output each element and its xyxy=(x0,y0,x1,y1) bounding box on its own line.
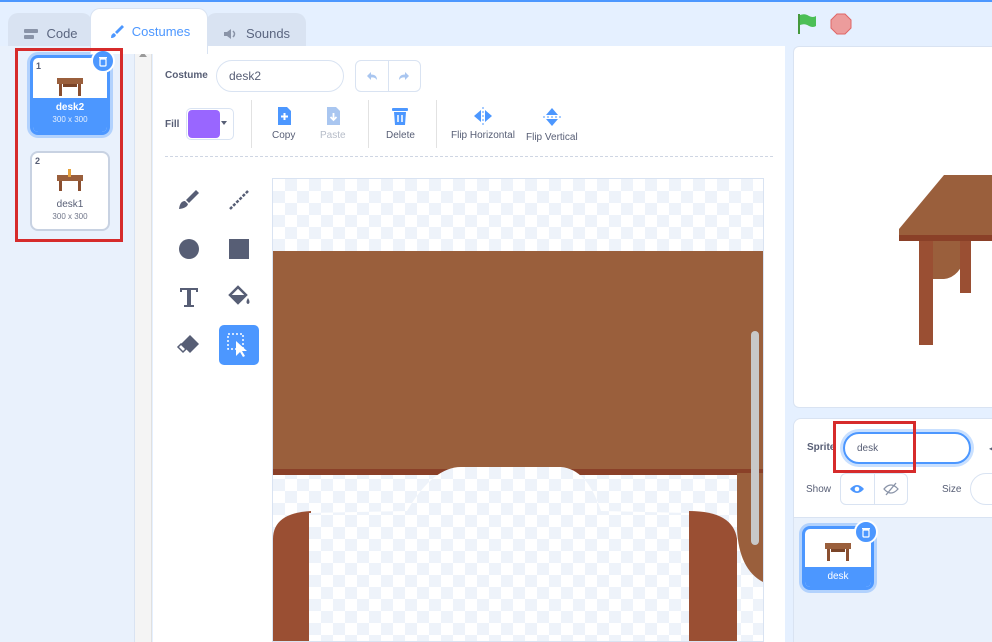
flip-vertical-label: Flip Vertical xyxy=(526,132,578,143)
chevron-down-icon xyxy=(221,121,227,125)
top-accent-strip xyxy=(0,0,992,2)
text-tool[interactable] xyxy=(169,277,209,317)
toolbar-divider xyxy=(436,100,437,148)
transparent-cutout xyxy=(309,467,689,641)
flip-horizontal-button[interactable]: Flip Horizontal xyxy=(451,106,515,141)
delete-button[interactable]: Delete xyxy=(386,106,415,141)
code-icon xyxy=(22,25,40,43)
toolbar-divider xyxy=(251,100,252,148)
tab-label: Code xyxy=(46,26,78,41)
desk-sprite-on-stage xyxy=(899,175,992,345)
line-tool[interactable] xyxy=(219,180,259,220)
copy-icon xyxy=(277,107,291,125)
circle-icon xyxy=(179,239,199,259)
eraser-icon xyxy=(176,335,199,354)
stop-button[interactable] xyxy=(829,12,853,41)
text-icon xyxy=(180,288,198,307)
costume-label: Costume xyxy=(165,70,208,81)
costume-list-scrollbar[interactable] xyxy=(135,46,152,642)
desk-thumbnail xyxy=(825,543,851,561)
redo-button[interactable] xyxy=(389,61,421,91)
circle-tool[interactable] xyxy=(169,229,209,269)
delete-sprite-button[interactable] xyxy=(854,520,878,544)
highlight-box-costumes xyxy=(15,48,123,242)
line-icon xyxy=(229,190,249,210)
paintbrush-icon xyxy=(108,23,126,41)
copy-button[interactable]: Copy xyxy=(272,106,295,141)
stage-preview[interactable] xyxy=(793,46,992,408)
sprite-label: Sprite xyxy=(807,442,836,453)
select-tool[interactable] xyxy=(219,325,259,365)
size-input[interactable] xyxy=(970,473,992,505)
toolbar-separator xyxy=(165,156,773,157)
eraser-tool[interactable] xyxy=(169,325,209,365)
flip-vertical-icon xyxy=(542,108,561,126)
fill-color-picker[interactable] xyxy=(186,108,234,140)
costume-name-input[interactable] xyxy=(216,60,344,92)
green-flag-icon xyxy=(798,14,816,34)
green-flag-button[interactable] xyxy=(795,12,819,41)
show-toggle xyxy=(840,473,908,505)
highlight-box-sprite-name xyxy=(833,421,916,473)
eye-icon xyxy=(850,485,865,493)
fill-bucket-icon xyxy=(228,285,250,305)
size-label: Size xyxy=(942,484,962,495)
flip-horizontal-label: Flip Horizontal xyxy=(451,130,515,141)
paste-icon xyxy=(326,107,340,125)
trash-icon xyxy=(862,528,870,538)
flip-vertical-button[interactable]: Flip Vertical xyxy=(526,106,578,143)
tab-label: Sounds xyxy=(245,26,291,41)
rectangle-tool[interactable] xyxy=(219,229,259,269)
tab-label: Costumes xyxy=(131,24,191,39)
toolbar-divider xyxy=(368,100,369,148)
show-hidden-button[interactable] xyxy=(875,474,908,504)
brush-tool[interactable] xyxy=(169,180,209,220)
sprite-name: desk xyxy=(805,567,871,587)
stop-icon xyxy=(830,13,852,35)
paint-canvas[interactable] xyxy=(272,178,764,642)
undo-icon xyxy=(366,72,377,80)
fill-label: Fill xyxy=(165,119,180,130)
paint-editor: Costume Fill Copy Paste Delete Flip Hori… xyxy=(153,46,785,642)
show-visible-button[interactable] xyxy=(841,474,875,504)
canvas-vertical-scrollbar[interactable] xyxy=(751,331,759,545)
copy-label: Copy xyxy=(272,130,296,141)
fill-color-swatch xyxy=(188,110,220,138)
sprite-list-panel: desk xyxy=(793,518,992,642)
undo-button[interactable] xyxy=(356,61,389,91)
eye-hidden-icon xyxy=(882,482,899,496)
fill-tool[interactable] xyxy=(219,277,259,317)
speaker-icon xyxy=(222,25,240,43)
flip-horizontal-icon xyxy=(473,107,492,125)
delete-label: Delete xyxy=(386,130,415,141)
redo-icon xyxy=(399,72,410,80)
rectangle-icon xyxy=(229,239,249,259)
undo-redo-group xyxy=(355,60,421,92)
brush-icon xyxy=(179,190,199,209)
paste-label: Paste xyxy=(320,130,346,141)
select-icon xyxy=(227,333,247,357)
trash-icon xyxy=(392,108,409,125)
paste-button[interactable]: Paste xyxy=(320,106,346,141)
show-label: Show xyxy=(806,484,832,495)
